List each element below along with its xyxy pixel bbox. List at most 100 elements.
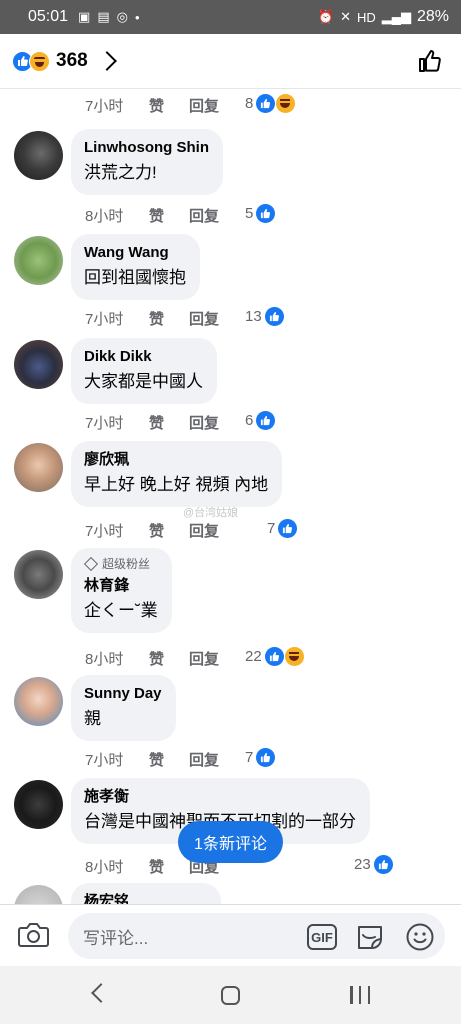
like-button[interactable]: 赞 [149, 749, 189, 770]
comment-time: 8小时 [85, 858, 124, 876]
comment-author[interactable]: 廖欣珮 [84, 450, 268, 470]
home-icon[interactable] [221, 986, 240, 1005]
comment-author[interactable]: 杨宏铭 [84, 892, 207, 904]
reply-button[interactable]: 回复 [189, 520, 244, 541]
avatar[interactable] [14, 443, 63, 492]
status-time: 05:01 [28, 8, 69, 25]
avatar[interactable] [14, 236, 63, 285]
reaction-count: 6 [245, 412, 254, 429]
comment-input[interactable]: 写评论... GIF [68, 913, 445, 959]
reply-button[interactable]: 回复 [189, 308, 244, 329]
comment-reactions[interactable]: 7 [267, 519, 298, 538]
like-reaction-icon [256, 204, 276, 223]
dot-icon: • [134, 9, 140, 25]
like-button[interactable]: 赞 [149, 412, 189, 433]
haha-reaction-icon [29, 50, 50, 72]
comment-input-placeholder: 写评论... [83, 928, 149, 948]
comment-reactions[interactable]: 8 [245, 94, 296, 113]
alarm-icon: ⏰ [317, 9, 335, 24]
avatar[interactable] [14, 885, 63, 904]
comment-reactions[interactable]: 6 [245, 411, 276, 430]
comment-time: 8小时 [85, 650, 124, 668]
comment-bubble[interactable]: 廖欣珮 早上好 晚上好 視頻 內地 [71, 441, 283, 507]
avatar[interactable] [14, 780, 63, 829]
comment-author[interactable]: Wang Wang [84, 243, 186, 263]
comment-bubble[interactable]: 超级粉丝 林育鋒 企くー˘業 [71, 548, 172, 633]
comment-text: 親 [84, 709, 101, 728]
like-reaction-icon [373, 855, 393, 874]
comment-bubble[interactable]: Linwhosong Shin 洪荒之力! [71, 129, 223, 195]
thumbs-up-icon[interactable] [417, 48, 443, 74]
comment-time: 7小时 [85, 522, 124, 540]
status-right-icons: ⏰ ✕ HD ▂▄▆ 28% [318, 8, 449, 26]
like-reaction-icon [264, 647, 284, 666]
comment-reactions[interactable]: 5 [245, 204, 276, 223]
avatar[interactable] [14, 550, 63, 599]
chevron-right-icon[interactable] [96, 51, 117, 71]
like-button[interactable]: 赞 [149, 856, 189, 877]
comment-author[interactable]: 林育鋒 [84, 576, 158, 596]
comment-time: 7小时 [85, 310, 124, 328]
sticker-icon[interactable] [355, 923, 385, 951]
comment-time: 8小时 [85, 207, 124, 225]
comment-reactions[interactable]: 13 [245, 307, 284, 326]
diamond-icon [83, 556, 99, 572]
status-left-icons: ▣ ▤ ◎ • [78, 9, 140, 25]
comment-reactions[interactable]: 7 [245, 748, 276, 767]
avatar[interactable] [14, 677, 63, 726]
comment-author[interactable]: Sunny Day [84, 684, 162, 704]
comment-text: 大家都是中國人 [84, 372, 203, 391]
camera-icon[interactable] [17, 921, 50, 949]
back-icon[interactable] [91, 983, 111, 1003]
avatar[interactable] [14, 131, 63, 180]
comment-actions: 8小时 赞 回复 [85, 647, 244, 669]
comment-bubble[interactable]: 杨宏铭 [71, 883, 221, 904]
like-button[interactable]: 赞 [149, 520, 189, 541]
header-reaction-count: 368 [56, 50, 88, 71]
reply-button[interactable]: 回复 [189, 648, 244, 669]
reaction-count: 8 [245, 95, 254, 112]
comment-author[interactable]: Dikk Dikk [84, 347, 203, 367]
like-reaction-icon [264, 307, 284, 326]
like-button[interactable]: 赞 [149, 205, 189, 226]
comment-bubble[interactable]: Wang Wang 回到祖國懷抱 [71, 234, 200, 300]
comment-actions: 7小时 赞 回复 [85, 519, 244, 541]
comment-actions: 8小时 赞 回复 [85, 204, 244, 226]
reactions-header[interactable]: 368 [0, 34, 461, 89]
gif-button[interactable]: GIF [307, 924, 337, 950]
reply-button[interactable]: 回复 [189, 749, 244, 770]
new-comments-button[interactable]: 1条新评论 [178, 821, 283, 863]
like-button[interactable]: 赞 [149, 95, 189, 116]
watermark: @台湾姑娘 [183, 507, 239, 519]
comment-author[interactable]: 施孝衡 [84, 787, 356, 807]
like-button[interactable]: 赞 [149, 308, 189, 329]
avatar[interactable] [14, 340, 63, 389]
like-reaction-icon [256, 94, 276, 113]
reaction-count: 7 [267, 520, 276, 537]
comment-bubble[interactable]: Sunny Day 親 [71, 675, 176, 741]
comment-reactions[interactable]: 23 [354, 855, 393, 874]
comment-bubble[interactable]: Dikk Dikk 大家都是中國人 [71, 338, 217, 404]
comment-actions: 7小时 赞 回复 [85, 748, 244, 770]
comment-time: 7小时 [85, 751, 124, 769]
reply-button[interactable]: 回复 [189, 412, 244, 433]
like-reaction-icon [256, 748, 276, 767]
comment-text: 企くー˘業 [84, 601, 158, 620]
emoji-icon[interactable] [405, 922, 435, 952]
gallery-icon: ▤ [97, 9, 110, 24]
like-reaction-icon [278, 519, 298, 538]
comments-sheet: 368 7小时 赞 回复 8 Linwhosong Shin 洪荒之力! 8小时… [0, 34, 461, 904]
reply-button[interactable]: 回复 [189, 95, 244, 116]
recents-icon[interactable] [350, 986, 370, 1004]
like-reaction-icon [256, 411, 276, 430]
comment-author[interactable]: Linwhosong Shin [84, 138, 209, 158]
like-button[interactable]: 赞 [149, 648, 189, 669]
super-fan-label: 超级粉丝 [102, 557, 151, 571]
status-bar: 05:01 ▣ ▤ ◎ • ⏰ ✕ HD ▂▄▆ 28% [0, 0, 461, 34]
comment-actions: 7小时 赞 回复 [85, 411, 244, 433]
comment-reactions[interactable]: 22 [245, 647, 304, 666]
signal-icon: ▂▄▆ [381, 9, 411, 24]
reply-button[interactable]: 回复 [189, 205, 244, 226]
image-icon: ▣ [78, 9, 91, 24]
comment-text: 洪荒之力! [84, 163, 157, 182]
